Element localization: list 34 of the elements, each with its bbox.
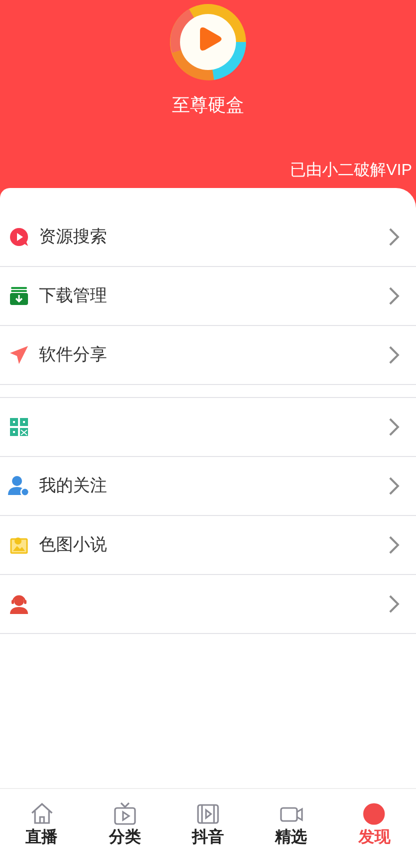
- chevron-right-icon: [388, 535, 400, 555]
- menu-item[interactable]: 软件分享: [0, 326, 416, 385]
- tab[interactable]: 发现: [332, 801, 416, 849]
- chevron-right-icon: [388, 227, 400, 247]
- menu-item[interactable]: 我的关注: [0, 457, 416, 516]
- menu-item[interactable]: 下载管理: [0, 267, 416, 326]
- home-icon: [28, 801, 55, 827]
- picture-book-icon: [10, 536, 28, 554]
- tab[interactable]: 抖音: [166, 801, 250, 849]
- grid-icon: [10, 418, 28, 436]
- chevron-right-icon: [388, 345, 400, 365]
- headset-user-icon: [9, 594, 29, 614]
- chevron-right-icon: [388, 476, 400, 496]
- tab[interactable]: 直播: [0, 801, 84, 849]
- user-icon: [8, 475, 30, 497]
- download-box-icon: [9, 286, 29, 306]
- menu-label: 软件分享: [39, 344, 107, 366]
- tab[interactable]: 分类: [83, 801, 166, 849]
- chevron-right-icon: [388, 286, 400, 306]
- vip-note: 已由小二破解VIP: [290, 160, 412, 181]
- app-name: 至尊硬盒: [172, 94, 244, 117]
- chevron-right-icon: [388, 594, 400, 614]
- menu-item[interactable]: 色图小说: [0, 516, 416, 575]
- paper-plane-icon: [9, 345, 29, 365]
- menu-label: 下载管理: [39, 285, 107, 308]
- menu-item[interactable]: 资源搜索: [0, 208, 416, 267]
- menu-label: 我的关注: [39, 475, 107, 498]
- menu-label: 资源搜索: [39, 226, 107, 248]
- tv-icon: [112, 801, 138, 827]
- menu-label: 色图小说: [39, 534, 107, 556]
- chevron-right-icon: [388, 417, 400, 437]
- tab[interactable]: 精选: [250, 801, 333, 849]
- film-icon: [195, 801, 221, 827]
- play-bubble-icon: [9, 227, 29, 247]
